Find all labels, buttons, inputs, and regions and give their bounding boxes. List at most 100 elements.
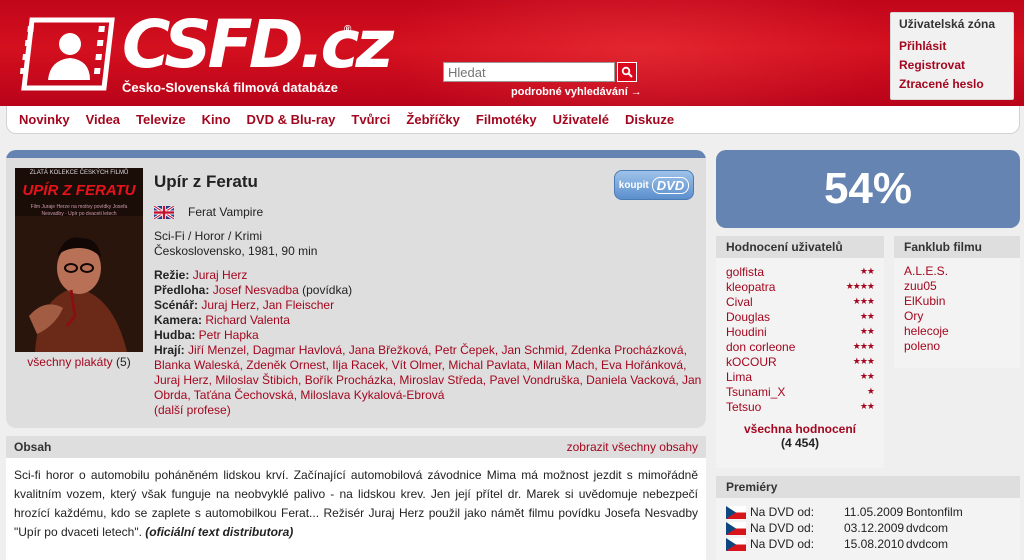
all-ratings-link[interactable]: všechna hodnocení [726,422,874,436]
fanclub-user-link[interactable]: poleno [904,339,1010,354]
rating-row: Houdini ★★ [726,324,875,339]
plot-source: (oficiální text distributora) [145,525,294,539]
poster-figure-image [15,216,143,352]
rating-row: Douglas ★★ [726,309,875,324]
nav-item-tvurci[interactable]: Tvůrci [351,112,390,127]
nav-item-zebricky[interactable]: Žebříčky [406,112,459,127]
rating-user-link[interactable]: Lima [726,370,752,384]
login-link[interactable]: Přihlásit [899,37,1005,56]
search-input[interactable] [443,62,615,82]
premiere-date: 03.12.2009 [844,521,905,535]
premiere-company: dvdcom [906,537,949,551]
camera-link[interactable]: Richard Valenta [205,313,290,327]
show-all-plots-link[interactable]: zobrazit všechny obsahy [567,440,698,454]
nav-item-kino[interactable]: Kino [202,112,231,127]
plot-header: Obsah zobrazit všechny obsahy [6,436,706,458]
rating-user-link[interactable]: Tetsuo [726,400,761,414]
rating-stars-icon: ★★ [859,371,875,381]
search-icon [621,66,633,78]
director-link[interactable]: Juraj Herz [193,268,248,282]
poster-collection-text: ZLATÁ KOLEKCE ČESKÝCH FILMŮ [29,170,129,176]
fanclub-box: Fanklub filmu A.L.E.S. zuu05 ElKubin Ory… [894,236,1020,368]
film-origin: Československo, 1981, 90 min [154,244,318,258]
more-professions-link[interactable]: (další profese) [154,403,231,417]
nav-item-diskuze[interactable]: Diskuze [625,112,674,127]
nav-item-dvd-bluray[interactable]: DVD & Blu-ray [247,112,336,127]
plot-box: Obsah zobrazit všechny obsahy Sci-fi hor… [6,436,706,560]
rating-row: kOCOUR ★★★ [726,354,875,369]
fanclub-user-link[interactable]: Ory [904,309,1010,324]
rating-row: Cival ★★★ [726,294,875,309]
premiere-row: Na DVD od: 11.05.2009 Bontonfilm [726,504,1010,520]
credit-more: (další profese) [154,403,702,418]
music-link[interactable]: Petr Hapka [199,328,259,342]
rating-row: don corleone ★★★ [726,339,875,354]
film-genres: Sci-Fi / Horor / Krimi [154,229,262,243]
source-author-link[interactable]: Josef Nesvadba [213,283,299,297]
rating-user-link[interactable]: kleopatra [726,280,775,294]
fanclub-user-link[interactable]: zuu05 [904,279,1010,294]
source-note: (povídka) [302,283,353,297]
rating-user-link[interactable]: Tsunami_X [726,385,785,399]
fanclub-user-link[interactable]: helecoje [904,324,1010,339]
all-posters: všechny plakáty (5) [6,355,152,369]
plot-text: Sci-fi horor o automobilu poháněném lids… [14,468,698,539]
rating-user-link[interactable]: kOCOUR [726,355,777,369]
premieres-title: Premiéry [716,476,1020,498]
flag-cz-icon [726,537,746,551]
premiere-label: Na DVD od: [750,505,815,519]
rating-row: Lima ★★ [726,369,875,384]
registered-mark: ® [344,24,352,35]
rating-user-link[interactable]: Douglas [726,310,770,324]
credit-role: Hudba: [154,328,196,342]
nav-item-novinky[interactable]: Novinky [19,112,70,127]
rating-user-link[interactable]: Cival [726,295,753,309]
rating-row: Tsunami_X ★ [726,384,875,399]
premiere-row: Na DVD od: 03.12.2009 dvdcom [726,520,1010,536]
premiere-date: 15.08.2010 [844,537,905,551]
cast-links[interactable]: Jiří Menzel, Dagmar Havlová, Jana Břežko… [154,343,701,402]
buy-dvd-button[interactable]: koupit DVD [614,170,694,200]
credit-directing: Režie: Juraj Herz [154,268,702,283]
lost-password-link[interactable]: Ztracené heslo [899,75,1005,94]
premieres-list: Na DVD od: 11.05.2009 Bontonfilm Na DVD … [716,498,1020,552]
film-alt-title: Ferat Vampire [188,205,264,219]
rating-user-link[interactable]: don corleone [726,340,795,354]
site-tagline: Česko-Slovenská filmová databáze [122,80,339,95]
fanclub-user-link[interactable]: ElKubin [904,294,1010,309]
nav-item-uzivatele[interactable]: Uživatelé [553,112,609,127]
rating-stars-icon: ★★★ [852,356,875,366]
nav-item-filmoteky[interactable]: Filmotéky [476,112,537,127]
poster-title-text: UPÍR Z FERATU [22,182,136,199]
rating-user-link[interactable]: Houdini [726,325,767,339]
search-button[interactable] [617,62,637,82]
advanced-search-link[interactable]: podrobné vyhledávání → [511,86,642,98]
fanclub-user-link[interactable]: A.L.E.S. [904,264,1010,279]
premiere-company: Bontonfilm [906,505,963,519]
register-link[interactable]: Registrovat [899,56,1005,75]
nav-item-televize[interactable]: Televize [136,112,186,127]
film-info-box: ZLATÁ KOLEKCE ČESKÝCH FILMŮ UPÍR Z FERAT… [6,150,706,428]
site-logo[interactable]: CSFD.cz [122,8,394,82]
rating-row: golfista ★★ [726,264,875,279]
user-zone-title: Uživatelská zóna [899,17,996,31]
credit-cast: Hrají: Jiří Menzel, Dagmar Havlová, Jana… [154,343,702,403]
user-ratings-title: Hodnocení uživatelů [716,236,884,258]
ratings-count: (4 454) [780,436,820,450]
fanclub-list: A.L.E.S. zuu05 ElKubin Ory helecoje pole… [894,258,1020,354]
film-title: Upír z Feratu [154,172,258,191]
rating-user-link[interactable]: golfista [726,265,764,279]
rating-stars-icon: ★★ [859,266,875,276]
credit-source: Předloha: Josef Nesvadba (povídka) [154,283,702,298]
screenplay-links[interactable]: Juraj Herz, Jan Fleischer [201,298,334,312]
buy-dvd-label: koupit [618,179,649,191]
film-credits: Režie: Juraj Herz Předloha: Josef Nesvad… [154,268,702,418]
film-strip-logo-icon[interactable] [20,16,116,92]
credit-role: Kamera: [154,313,203,327]
nav-item-videa[interactable]: Videa [86,112,120,127]
all-posters-link[interactable]: všechny plakáty [27,355,112,369]
credit-screenplay: Scénář: Juraj Herz, Jan Fleischer [154,298,702,313]
rating-stars-icon: ★★ [859,326,875,336]
film-poster[interactable]: ZLATÁ KOLEKCE ČESKÝCH FILMŮ UPÍR Z FERAT… [15,168,143,352]
credit-role: Předloha: [154,283,210,297]
